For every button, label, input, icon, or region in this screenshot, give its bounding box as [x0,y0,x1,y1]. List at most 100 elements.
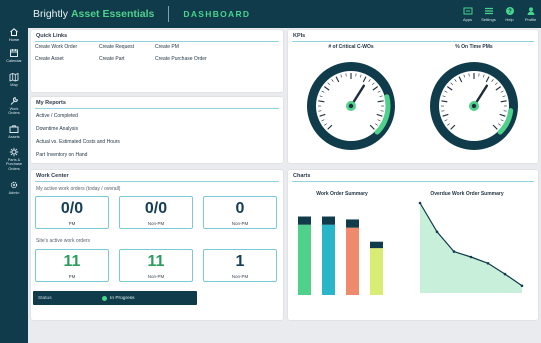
brand-divider [168,6,170,22]
work-order-summary-chart [298,216,383,295]
nav-label: Admin [8,191,20,195]
data-point [469,255,473,259]
nav-label: Parts & Purchase Orders [5,158,23,171]
brand-product: Asset Essentials [70,8,155,20]
settings-label: Settings [481,17,496,22]
brand-logo[interactable]: Brightly Asset Essentials [33,8,154,20]
chart-title: Work Order Summary [316,191,368,197]
divider [292,181,534,182]
gauge-hub-center [471,103,477,109]
brand-name: Brightly [33,8,71,20]
app: Menu Home Calendar Map Work Orders Asset… [0,0,541,343]
bar-cap [298,216,311,225]
gauge-label: # of Critical C-WOs [328,44,374,50]
create-request-link[interactable]: Create Request [99,44,134,50]
help-button[interactable]: ? Help [499,0,520,28]
create-pm-link[interactable]: Create PM [155,44,179,50]
apps-label: Apps [462,17,473,22]
report-link[interactable]: Downtime Analysis [36,126,78,132]
profile-icon [527,7,534,15]
my-non-pm-tile[interactable]: 0/0 Non-PM [119,196,193,229]
create-part-link[interactable]: Create Part [99,56,125,62]
apps-button[interactable]: Apps [457,0,478,28]
panel-title: My Reports [36,100,66,106]
my-work-orders-label: My active work orders (today / overall) [36,186,121,192]
nav-label: Assets [8,135,20,139]
my-third-tile[interactable]: 0 Non-PM [203,196,277,229]
data-point [486,262,490,265]
nav-map[interactable]: Map [0,72,28,87]
stat-label: Non-PM [231,221,249,226]
nav-calendar[interactable]: Calendar [0,48,28,63]
create-asset-link[interactable]: Create Asset [35,56,64,62]
stat-value: 0 [235,200,245,217]
nav-assets[interactable]: Assets [0,124,28,139]
settings-button[interactable]: Settings [478,0,499,28]
stat-value: 0/0 [144,200,168,217]
nav-label: Work Orders [8,107,20,116]
nav-label: Calendar [6,59,22,63]
site-non-pm-tile[interactable]: 11 Non-PM [119,249,193,282]
cog-icon [10,181,18,189]
help-label: Help [505,17,514,22]
bar-cap [370,241,383,249]
report-link[interactable]: Active / Completed [36,113,78,119]
profile-button[interactable]: Profile [520,0,541,28]
page-title: DASHBOARD [183,9,251,19]
settings-icon [484,7,493,15]
nav-work-orders[interactable]: Work Orders [0,96,28,116]
status-dot-icon [102,295,107,301]
create-work-order-link[interactable]: Create Work Order [35,44,77,50]
bar [322,224,335,295]
my-pm-tile[interactable]: 0/0 PM [35,196,109,229]
apps-icon [463,7,472,15]
help-icon: ? [505,7,514,15]
stat-value: 11 [63,253,81,270]
panel-title: Charts [293,173,311,179]
data-point [503,272,507,276]
stat-label: PM [68,221,76,226]
status-value: In Progress [110,295,135,301]
data-point [452,250,456,253]
panel-title: Quick Links [36,33,68,39]
top-bar: Brightly Asset Essentials DASHBOARD Apps… [0,0,541,28]
stat-label: Non-PM [147,221,165,226]
wrench-icon [10,97,18,105]
divider [35,181,279,182]
bar [298,224,311,295]
chart-title: Overdue Work Order Summary [430,191,504,197]
bar [370,248,383,295]
on-time-pm-gauge [430,62,518,150]
data-point [418,201,422,205]
data-point [520,284,524,288]
panel-title: Work Center [36,173,69,179]
area-fill [420,203,522,293]
bar [346,227,359,295]
nav-home[interactable]: Home [0,27,28,42]
quick-links-panel: Quick Links Create Work Order Create Req… [31,30,283,92]
site-work-orders-label: Site's active work orders [36,238,91,244]
briefcase-icon [9,125,19,133]
gauge-hub-center [348,103,354,109]
home-icon [10,28,18,36]
svg-text:?: ? [508,9,512,15]
nav-parts[interactable]: Parts & Purchase Orders [0,147,28,171]
map-icon [9,72,19,82]
create-purchase-order-link[interactable]: Create Purchase Order [155,56,207,62]
stat-label: Non-PM [231,274,249,279]
report-link[interactable]: Actual vs. Estimated Costs and Hours [36,139,120,145]
site-pm-tile[interactable]: 11 PM [35,249,109,282]
stat-value: 1 [235,253,245,270]
side-nav: Menu Home Calendar Map Work Orders Asset… [0,0,28,343]
nav-label: Home [8,38,20,42]
site-third-tile[interactable]: 1 Non-PM [203,249,277,282]
top-actions: Apps Settings ? Help Profile [457,0,541,28]
bar-cap [322,216,335,225]
gear-icon [9,147,19,157]
divider [292,41,534,42]
nav-admin[interactable]: Admin [0,180,28,195]
stat-value: 11 [147,253,165,270]
report-link[interactable]: Part Inventory on Hand [36,152,87,158]
status-filter[interactable]: Status In Progress [33,291,197,305]
stat-label: Non-PM [147,274,165,279]
